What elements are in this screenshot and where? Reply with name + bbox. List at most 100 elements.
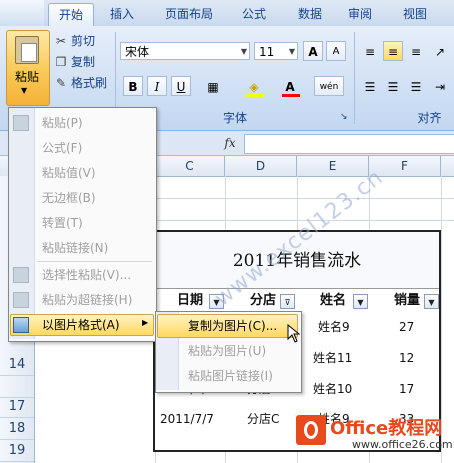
filter-active-icon[interactable]: ⊽ <box>280 294 295 309</box>
font-size-value: 11 <box>259 45 275 59</box>
row-header-17[interactable]: 17 <box>0 396 34 418</box>
insert-function-button[interactable]: fx <box>218 135 242 151</box>
fill-color-bar <box>246 94 264 97</box>
office-button[interactable] <box>0 0 44 26</box>
cut-label: 剪切 <box>71 34 96 48</box>
column-header-c[interactable]: C <box>155 156 225 176</box>
paste-icon <box>13 115 29 131</box>
cell-name[interactable]: 姓名10 <box>313 378 352 400</box>
align-center-icon[interactable]: ☰ <box>383 76 403 96</box>
menu-item-paste-special[interactable]: 选择性粘贴(V)... <box>42 263 131 287</box>
submenu-item-paste-picture-link[interactable]: 粘贴图片链接(I) <box>188 364 273 388</box>
paste-special-icon <box>13 267 29 283</box>
grow-font-label: A <box>308 45 318 59</box>
tab-formulas[interactable]: 公式 <box>232 3 276 25</box>
submenu-item-copy-as-picture[interactable]: 复制为图片(C)... <box>188 314 277 338</box>
hyperlink-icon <box>13 292 29 308</box>
paste-dropdown-icon[interactable]: ▼ <box>21 86 27 95</box>
underline-label: U <box>176 80 186 94</box>
menu-item-formulas[interactable]: 公式(F) <box>42 136 82 160</box>
cell-name[interactable]: 姓名11 <box>313 347 352 369</box>
dialog-launcher-icon[interactable]: ↘ <box>340 112 348 122</box>
tab-home[interactable]: 开始 <box>48 3 94 27</box>
cell-date[interactable]: 2011/7/7 <box>160 408 214 430</box>
logo-url: www.office26.com <box>352 438 453 451</box>
group-separator <box>354 32 355 124</box>
tab-page-layout[interactable]: 页面布局 <box>156 3 222 25</box>
cell-qty[interactable]: 27 <box>399 316 414 338</box>
cut-button[interactable]: ✂ 剪切 <box>54 32 95 50</box>
table-divider <box>155 288 439 289</box>
menu-item-paste-hyperlink[interactable]: 粘贴为超链接(H) <box>42 288 132 312</box>
shrink-font-button[interactable]: A <box>326 41 346 61</box>
tab-view[interactable]: 视图 <box>393 3 437 25</box>
column-header-e[interactable]: E <box>297 156 369 176</box>
row-header-14[interactable]: 14 <box>0 354 34 376</box>
align-left-icon[interactable]: ☰ <box>360 76 380 96</box>
column-header-d[interactable]: D <box>225 156 297 176</box>
office-logo-mark <box>304 421 318 439</box>
menu-item-paste-values[interactable]: 粘贴值(V) <box>42 161 96 185</box>
paste-sheet-icon <box>21 43 37 62</box>
format-painter-label: 格式刷 <box>71 76 108 90</box>
chevron-down-icon: ▼ <box>240 47 247 56</box>
mouse-cursor-icon <box>287 324 301 343</box>
grow-font-button[interactable]: A <box>303 41 323 61</box>
brush-icon: ✎ <box>55 76 67 90</box>
submenu-arrow-icon: ▶ <box>142 318 149 327</box>
tab-review[interactable]: 审阅 <box>338 3 382 25</box>
copy-icon: ❐ <box>55 55 67 69</box>
row-header-19[interactable]: 19 <box>0 440 34 462</box>
underline-button[interactable]: U <box>171 76 191 96</box>
indent-icon[interactable]: ⇥ <box>430 76 450 96</box>
chevron-down-icon: ▼ <box>288 47 295 56</box>
row-header-18[interactable]: 18 <box>0 418 34 440</box>
align-right-icon[interactable]: ☰ <box>406 76 426 96</box>
menu-item-transpose[interactable]: 转置(T) <box>42 211 83 235</box>
font-name-combo[interactable]: 宋体 ▼ <box>120 42 250 60</box>
header-name: 姓名 <box>320 293 347 308</box>
header-store: 分店 <box>250 293 277 308</box>
logo-brand: Office教程网 <box>330 418 443 439</box>
row-header-15[interactable] <box>0 376 34 398</box>
orientation-icon[interactable]: ↗ <box>430 41 450 61</box>
cell-qty[interactable]: 17 <box>399 378 414 400</box>
copy-label: 复制 <box>71 55 96 69</box>
submenu-item-paste-as-picture[interactable]: 粘贴为图片(U) <box>188 339 266 363</box>
format-painter-button[interactable]: ✎ 格式刷 <box>54 74 107 92</box>
align-top-icon[interactable]: ≡ <box>360 41 380 61</box>
filter-dropdown-icon[interactable]: ▼ <box>424 294 439 309</box>
font-name-value: 宋体 <box>125 45 150 59</box>
header-qty: 销量 <box>394 293 421 308</box>
shrink-font-label: A <box>332 46 340 57</box>
font-color-label: A <box>285 80 295 94</box>
fill-color-icon[interactable]: ◈ <box>244 76 264 96</box>
align-bottom-icon[interactable]: ≡ <box>406 41 426 61</box>
filter-dropdown-icon[interactable]: ▼ <box>353 294 368 309</box>
menu-separator <box>38 261 152 262</box>
borders-icon[interactable]: ▦ <box>203 76 223 96</box>
paste-label: 粘贴 <box>14 70 39 84</box>
italic-button[interactable]: I <box>147 76 167 96</box>
menu-item-no-borders[interactable]: 无边框(B) <box>42 186 96 210</box>
tab-data[interactable]: 数据 <box>288 3 332 25</box>
header-date: 日期 <box>177 293 204 308</box>
menu-item-as-picture[interactable]: 以图片格式(A) <box>42 313 120 337</box>
align-middle-icon[interactable]: ≡ <box>383 41 403 61</box>
bold-button[interactable]: B <box>123 76 143 96</box>
font-size-combo[interactable]: 11 ▼ <box>254 42 298 60</box>
phonetic-button[interactable]: wén <box>314 76 344 96</box>
formula-input[interactable] <box>244 134 454 154</box>
copy-button[interactable]: ❐ 复制 <box>54 53 95 71</box>
italic-label: I <box>154 80 160 94</box>
cell-name[interactable]: 姓名9 <box>318 316 350 338</box>
scissors-icon: ✂ <box>55 34 67 48</box>
menu-item-paste-link[interactable]: 粘贴链接(N) <box>42 236 108 260</box>
cell-qty[interactable]: 12 <box>399 347 414 369</box>
tab-insert[interactable]: 插入 <box>100 3 144 25</box>
font-color-bar <box>282 94 300 97</box>
font-color-button[interactable]: A <box>280 76 300 96</box>
cell-store[interactable]: 分店C <box>247 408 279 430</box>
menu-item-paste[interactable]: 粘贴(P) <box>42 111 83 135</box>
picture-icon <box>13 317 29 333</box>
